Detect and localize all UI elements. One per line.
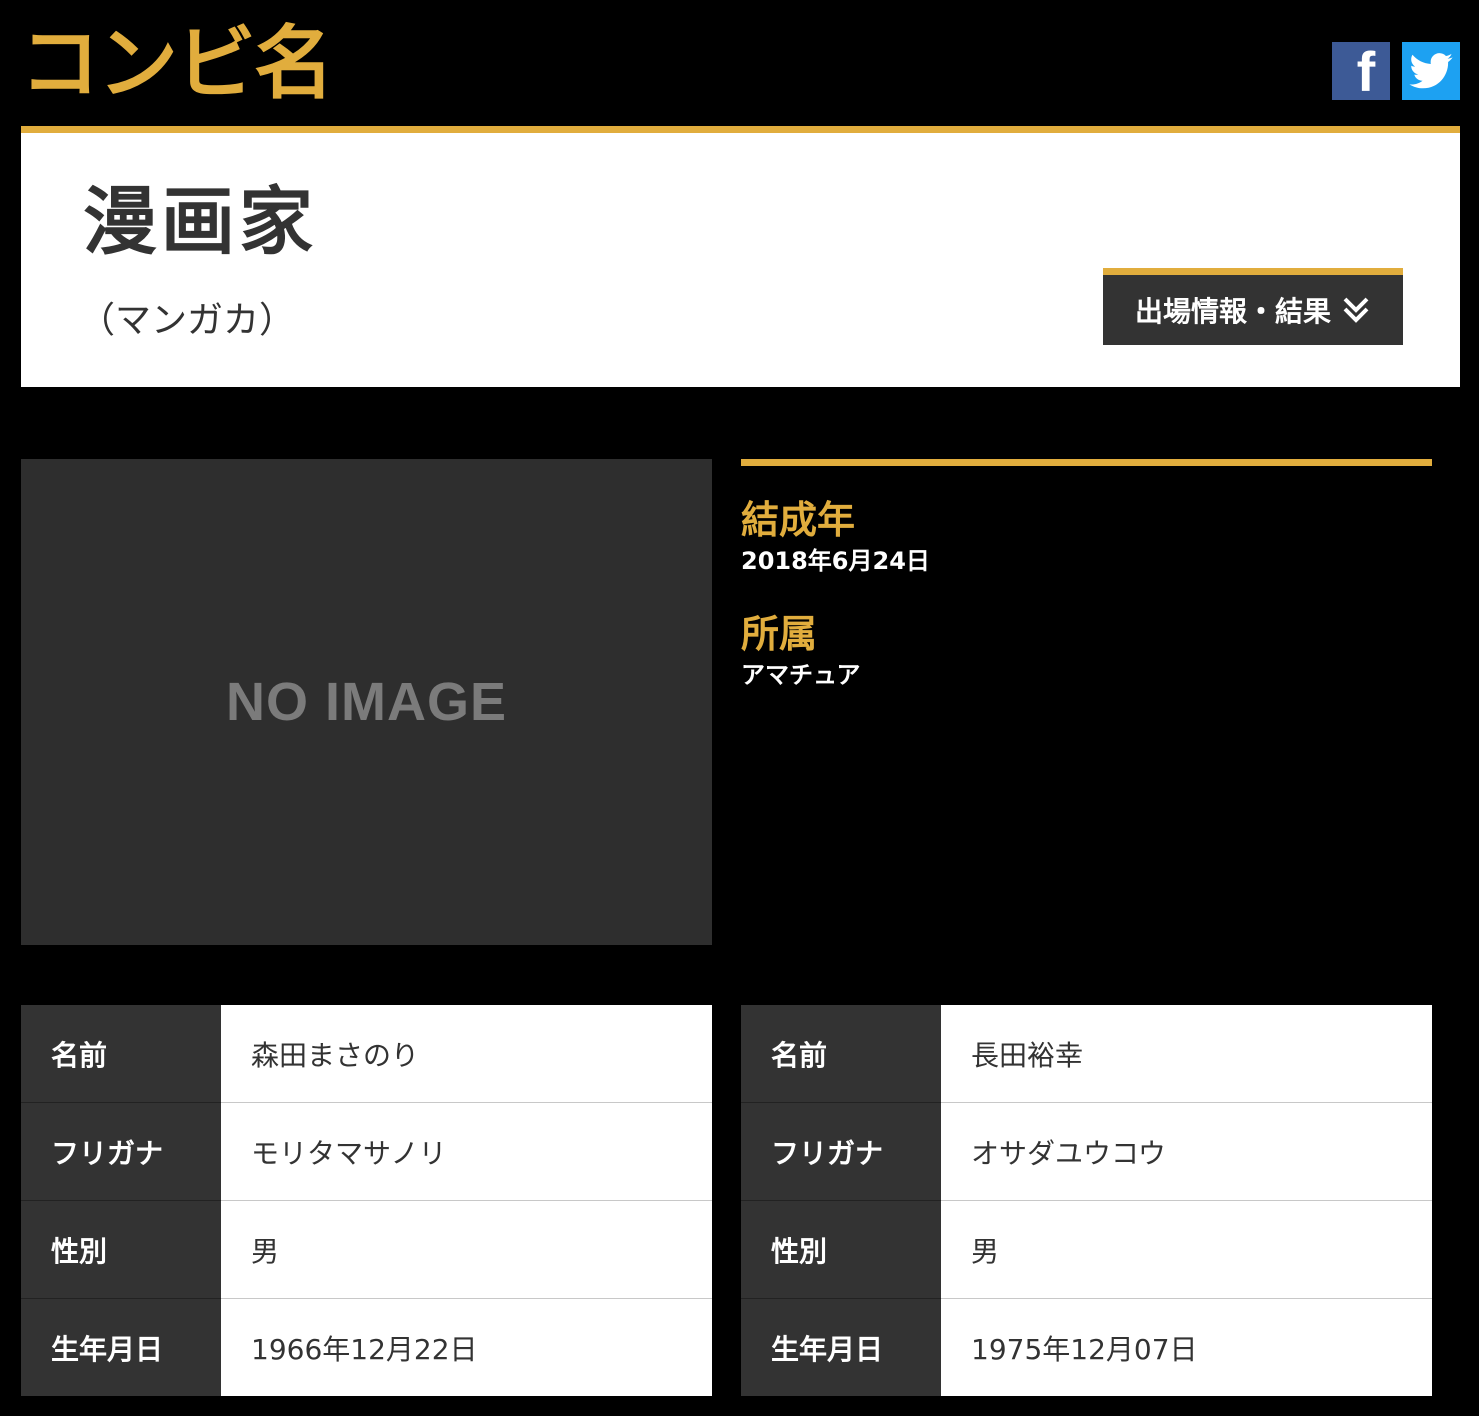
- gender-label: 性別: [21, 1200, 221, 1299]
- site-logo[interactable]: コンビ名: [20, 18, 334, 110]
- facebook-icon: f: [1356, 40, 1376, 103]
- results-button-label: 出場情報・結果: [1134, 295, 1331, 328]
- formed-label: 結成年: [741, 498, 856, 542]
- double-chevron-down-icon: [1343, 297, 1369, 323]
- combi-photo-placeholder: NO IMAGE: [21, 459, 712, 945]
- table-row: 名前 長田裕幸: [741, 1005, 1432, 1103]
- birthdate-label: 生年月日: [741, 1298, 941, 1396]
- facebook-share-button[interactable]: f: [1332, 42, 1390, 100]
- name-label: 名前: [741, 1005, 941, 1103]
- table-row: 性別 男: [21, 1200, 712, 1299]
- results-button[interactable]: 出場情報・結果: [1103, 268, 1403, 345]
- name-value: 長田裕幸: [941, 1005, 1432, 1103]
- birthdate-value: 1966年12月22日: [221, 1298, 712, 1396]
- birthdate-value: 1975年12月07日: [941, 1298, 1432, 1396]
- table-row: 生年月日 1966年12月22日: [21, 1298, 712, 1396]
- name-label: 名前: [21, 1005, 221, 1103]
- table-row: フリガナ モリタマサノリ: [21, 1102, 712, 1201]
- twitter-share-button[interactable]: [1402, 42, 1460, 100]
- table-row: 性別 男: [741, 1200, 1432, 1299]
- combi-header-card: 漫画家 （マンガカ） 出場情報・結果: [21, 126, 1460, 387]
- furigana-value: モリタマサノリ: [221, 1102, 712, 1201]
- member-table-2: 名前 長田裕幸 フリガナ オサダユウコウ 性別 男 生年月日 1975年12月0…: [741, 1005, 1432, 1396]
- table-row: 生年月日 1975年12月07日: [741, 1298, 1432, 1396]
- no-image-text: NO IMAGE: [225, 672, 507, 732]
- combi-info: 結成年 2018年6月24日 所属 アマチュア: [741, 459, 1432, 692]
- table-row: 名前 森田まさのり: [21, 1005, 712, 1103]
- birthdate-label: 生年月日: [21, 1298, 221, 1396]
- gender-value: 男: [941, 1200, 1432, 1299]
- combi-name: 漫画家: [83, 179, 317, 265]
- twitter-icon: [1409, 53, 1453, 89]
- furigana-label: フリガナ: [741, 1102, 941, 1201]
- gender-value: 男: [221, 1200, 712, 1299]
- combi-reading: （マンガカ）: [79, 300, 296, 341]
- agency-value: アマチュア: [741, 661, 861, 689]
- furigana-value: オサダユウコウ: [941, 1102, 1432, 1201]
- name-value: 森田まさのり: [221, 1005, 712, 1103]
- table-row: フリガナ オサダユウコウ: [741, 1102, 1432, 1201]
- formed-value: 2018年6月24日: [741, 547, 930, 575]
- gender-label: 性別: [741, 1200, 941, 1299]
- agency-label: 所属: [741, 612, 818, 656]
- member-table-1: 名前 森田まさのり フリガナ モリタマサノリ 性別 男 生年月日 1966年12…: [21, 1005, 712, 1396]
- social-links: f: [1332, 42, 1460, 100]
- furigana-label: フリガナ: [21, 1102, 221, 1201]
